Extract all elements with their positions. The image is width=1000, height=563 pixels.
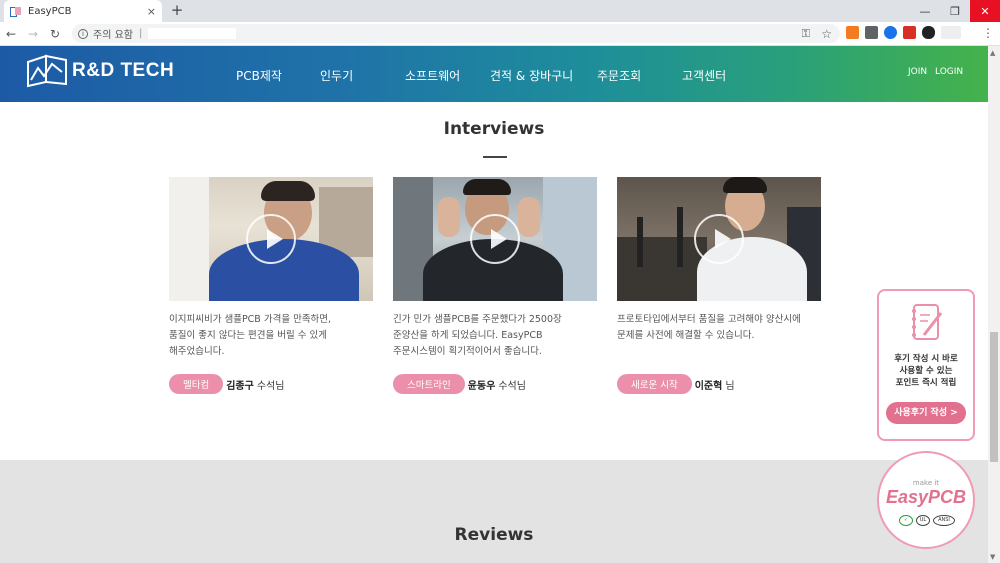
nav-item-customer-center[interactable]: 고객센터 (682, 67, 726, 84)
browser-toolbar: ← → ↻ i 주의 요함 | ⚿ ☆ ⋮ (0, 22, 1000, 46)
new-tab-button[interactable]: + (168, 1, 186, 19)
browser-tab[interactable]: EasyPCB × (4, 0, 162, 22)
interviewee-info: 스마트라인 윤동우 수석님 (393, 374, 526, 394)
floating-review-widget: 후기 작성 시 바로 사용할 수 있는 포인트 즉시 적립 사용후기 작성 > (877, 289, 975, 441)
interview-video-thumbnail[interactable] (617, 177, 821, 301)
security-label: 주의 요함 (93, 30, 133, 41)
forward-arrow-icon[interactable]: → (22, 27, 44, 41)
quote-line: 해주었습니다. (169, 346, 225, 357)
browser-tab-bar: EasyPCB × + — ❐ ✕ (0, 0, 1000, 22)
nav-item-pcb[interactable]: PCB제작 (236, 67, 282, 84)
restore-button[interactable]: ❐ (940, 0, 970, 22)
promo-line: 사용할 수 있는 (899, 366, 953, 376)
join-link[interactable]: JOIN (908, 67, 927, 77)
extension-orange-icon[interactable] (846, 26, 859, 39)
quote-line: 주문시스템이 획기적이어서 좋습니다. (393, 346, 542, 357)
site-favicon-icon (10, 6, 22, 17)
reviews-section (0, 460, 988, 563)
info-icon[interactable]: i (78, 28, 88, 39)
extension-gray-icon[interactable] (865, 26, 878, 39)
company-tag: 새로운 시작 (617, 374, 692, 394)
quote-line: 준양산을 하게 되었습니다. EasyPCB (393, 330, 543, 341)
interview-quote: 프로토타입에서부터 품질을 고려해야 양산시에 문제를 사전에 해결할 수 있습… (617, 312, 821, 372)
interview-card: 긴가 민가 샘플PCB를 주문했다가 2500장 준양산을 하게 되었습니다. … (393, 177, 597, 394)
extension-red-icon[interactable] (903, 26, 916, 39)
play-icon[interactable] (694, 214, 744, 264)
check-cert-icon: ✓ (899, 515, 913, 526)
key-icon[interactable]: ⚿ (802, 27, 810, 41)
title-divider (483, 156, 507, 158)
bookmark-star-icon[interactable]: ☆ (821, 27, 832, 41)
interview-video-thumbnail[interactable] (393, 177, 597, 301)
quote-line: 이지피씨비가 샘플PCB 가격을 만족하면, (169, 314, 332, 325)
login-link[interactable]: LOGIN (935, 67, 963, 77)
interview-quote: 이지피씨비가 샘플PCB 가격을 만족하면, 품질이 좋지 않다는 편견을 버릴… (169, 312, 373, 372)
extension-blue-icon[interactable] (884, 26, 897, 39)
promo-line: 후기 작성 시 바로 (894, 354, 958, 364)
close-window-button[interactable]: ✕ (970, 0, 1000, 22)
page-scrollbar[interactable]: ▲ ▼ (988, 46, 1000, 563)
url-text[interactable] (148, 28, 237, 39)
play-icon[interactable] (246, 214, 296, 264)
minimize-button[interactable]: — (910, 0, 940, 22)
interviews-title: Interviews (443, 119, 545, 139)
brand-logo-text: EasyPCB (885, 487, 967, 507)
browser-menu-icon[interactable]: ⋮ (982, 26, 994, 40)
ansi-cert-icon: ANSI (933, 515, 955, 526)
quote-line: 프로토타입에서부터 품질을 고려해야 양산시에 (617, 314, 801, 325)
interviewee-name: 윤동우 (467, 380, 496, 392)
nav-item-soldering-iron[interactable]: 인두기 (320, 67, 353, 84)
scroll-down-icon[interactable]: ▼ (990, 553, 995, 561)
ul-cert-icon: UL (916, 515, 930, 526)
nav-item-quote-cart[interactable]: 견적 & 장바구니 (490, 67, 573, 84)
logo-text: R&D TECH (72, 60, 175, 81)
review-promo-text: 후기 작성 시 바로 사용할 수 있는 포인트 즉시 적립 (879, 353, 973, 389)
interview-card: 이지피씨비가 샘플PCB 가격을 만족하면, 품질이 좋지 않다는 편견을 버릴… (169, 177, 373, 394)
address-separator: | (138, 28, 143, 39)
interviewee-name: 김종구 (226, 380, 254, 392)
promo-line: 포인트 즉시 적립 (895, 378, 957, 388)
logo-mark-icon (27, 54, 67, 88)
extensions-area (846, 26, 961, 39)
brand-tagline: make it (912, 479, 940, 487)
easypcb-brand-badge[interactable]: make it EasyPCB ✓ UL ANSI (877, 451, 975, 549)
quote-line: 문제를 사전에 해결할 수 있습니다. (617, 330, 755, 341)
interviewee-info: 멜타컴 김종구 수석님 (169, 374, 284, 394)
address-bar[interactable]: i 주의 요함 | ⚿ ☆ (72, 24, 840, 43)
company-tag: 멜타컴 (169, 374, 224, 394)
cert-logos: ✓ UL ANSI (899, 515, 955, 526)
interview-video-thumbnail[interactable] (169, 177, 373, 301)
reviews-title: Reviews (454, 525, 534, 545)
extension-mask-icon[interactable] (922, 26, 935, 39)
tab-title: EasyPCB (28, 5, 72, 17)
reload-icon[interactable]: ↻ (44, 27, 66, 41)
site-logo[interactable]: R&D TECH (26, 54, 174, 88)
company-tag: 스마트라인 (393, 374, 465, 394)
notebook-pen-icon (912, 304, 943, 340)
site-header: R&D TECH PCB제작 인두기 소프트웨어 견적 & 장바구니 주문조회 … (0, 46, 988, 102)
extension-profile-icon[interactable] (941, 26, 961, 39)
interviewee-title: 님 (725, 380, 735, 392)
back-arrow-icon[interactable]: ← (0, 27, 22, 41)
interview-card: 프로토타입에서부터 품질을 고려해야 양산시에 문제를 사전에 해결할 수 있습… (617, 177, 821, 394)
nav-item-software[interactable]: 소프트웨어 (405, 67, 460, 84)
quote-line: 품질이 좋지 않다는 편견을 버릴 수 있게 (169, 330, 327, 341)
interviewee-info: 새로운 시작 이준혁 님 (617, 374, 735, 394)
quote-line: 긴가 민가 샘플PCB를 주문했다가 2500장 (393, 314, 562, 325)
interviewee-title: 수석님 (498, 380, 526, 392)
scroll-up-icon[interactable]: ▲ (990, 49, 995, 57)
interviewee-title: 수석님 (256, 380, 285, 392)
scrollbar-thumb[interactable] (990, 332, 998, 462)
interviewee-name: 이준혁 (694, 380, 723, 392)
window-controls: — ❐ ✕ (910, 0, 1000, 22)
play-icon[interactable] (470, 214, 520, 264)
nav-item-order-lookup[interactable]: 주문조회 (597, 67, 641, 84)
tab-close-icon[interactable]: × (147, 5, 156, 18)
write-review-button[interactable]: 사용후기 작성 > (886, 402, 966, 424)
interview-quote: 긴가 민가 샘플PCB를 주문했다가 2500장 준양산을 하게 되었습니다. … (393, 312, 597, 372)
